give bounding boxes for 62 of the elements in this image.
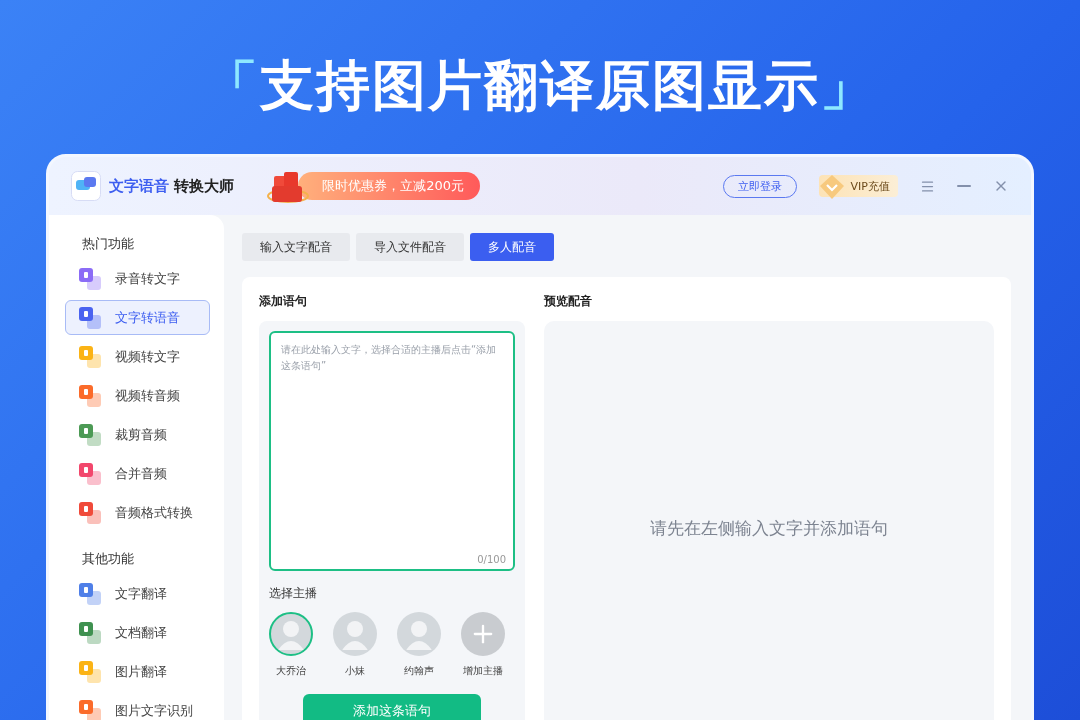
sidebar-item-label: 视频转文字	[115, 347, 180, 366]
sidebar-item-label: 文档翻译	[115, 623, 167, 642]
tab[interactable]: 多人配音	[470, 233, 554, 261]
sidebar-section-title: 其他功能	[82, 550, 135, 568]
feature-icon	[79, 423, 101, 446]
voice-name: 增加主播	[463, 664, 503, 678]
avatar[interactable]	[333, 612, 377, 656]
voice-name: 小妹	[345, 664, 365, 678]
voice-name: 大乔治	[276, 664, 306, 678]
sidebar-item-label: 音频格式转换	[115, 503, 193, 522]
avatar[interactable]	[269, 612, 313, 656]
sidebar-item[interactable]: 录音转文字	[65, 261, 210, 296]
menu-button[interactable]	[920, 178, 935, 194]
sidebar-item[interactable]: 文档翻译	[65, 615, 210, 650]
sidebar-item-label: 录音转文字	[115, 269, 180, 288]
tab[interactable]: 输入文字配音	[242, 233, 350, 261]
sidebar-item-label: 文字转语音	[115, 308, 180, 327]
person-silhouette-icon	[404, 618, 434, 650]
headline: 「支持图片翻译原图显示」	[204, 53, 876, 119]
person-silhouette-icon	[276, 618, 306, 650]
character-counter: 0/100	[477, 554, 506, 565]
feature-icon	[79, 384, 101, 407]
sidebar-item-label: 合并音频	[115, 464, 167, 483]
person-silhouette-icon	[340, 618, 370, 650]
diamond-icon	[818, 174, 845, 200]
sidebar-item[interactable]: 视频转文字	[65, 339, 210, 374]
feature-icon	[79, 501, 101, 524]
sidebar-item-label: 图片文字识别	[115, 701, 193, 720]
sidebar-item-label: 图片翻译	[115, 662, 167, 681]
sidebar-item[interactable]: 图片文字识别	[65, 693, 210, 720]
vip-button[interactable]: VIP充值	[818, 175, 898, 197]
feature-icon	[79, 345, 101, 368]
add-voice-button[interactable]	[461, 612, 505, 656]
sidebar-item[interactable]: 裁剪音频	[65, 417, 210, 452]
minimize-icon	[957, 185, 971, 187]
minimize-button[interactable]	[957, 185, 971, 187]
feature-icon	[79, 660, 101, 683]
app-name: 文字语音 转换大师	[109, 176, 235, 196]
sidebar-item[interactable]: 文字转语音	[65, 300, 210, 335]
avatar[interactable]	[397, 612, 441, 656]
sidebar-item-label: 裁剪音频	[115, 425, 167, 444]
feature-icon	[79, 267, 101, 290]
feature-icon	[79, 462, 101, 485]
menu-icon	[920, 178, 935, 194]
sidebar-item[interactable]: 图片翻译	[65, 654, 210, 689]
sidebar-item-label: 视频转音频	[115, 386, 180, 405]
sidebar-item[interactable]: 音频格式转换	[65, 495, 210, 530]
voice-section-title: 选择主播	[269, 585, 318, 602]
empty-message: 请先在左侧输入文字并添加语句	[650, 517, 888, 539]
feature-icon	[79, 306, 101, 329]
voice-name: 约翰声	[404, 664, 434, 678]
sidebar-item-label: 文字翻译	[115, 584, 167, 603]
sidebar-section-title: 热门功能	[82, 235, 135, 253]
tab[interactable]: 导入文件配音	[356, 233, 464, 261]
section-title: 添加语句	[259, 293, 308, 310]
feature-icon	[79, 621, 101, 644]
sidebar-item[interactable]: 文字翻译	[65, 576, 210, 611]
sidebar-item[interactable]: 视频转音频	[65, 378, 210, 413]
section-title: 预览配音	[544, 293, 593, 310]
feature-icon	[79, 582, 101, 605]
chat-bubbles-logo-icon	[71, 171, 101, 201]
sidebar-item[interactable]: 合并音频	[65, 456, 210, 491]
